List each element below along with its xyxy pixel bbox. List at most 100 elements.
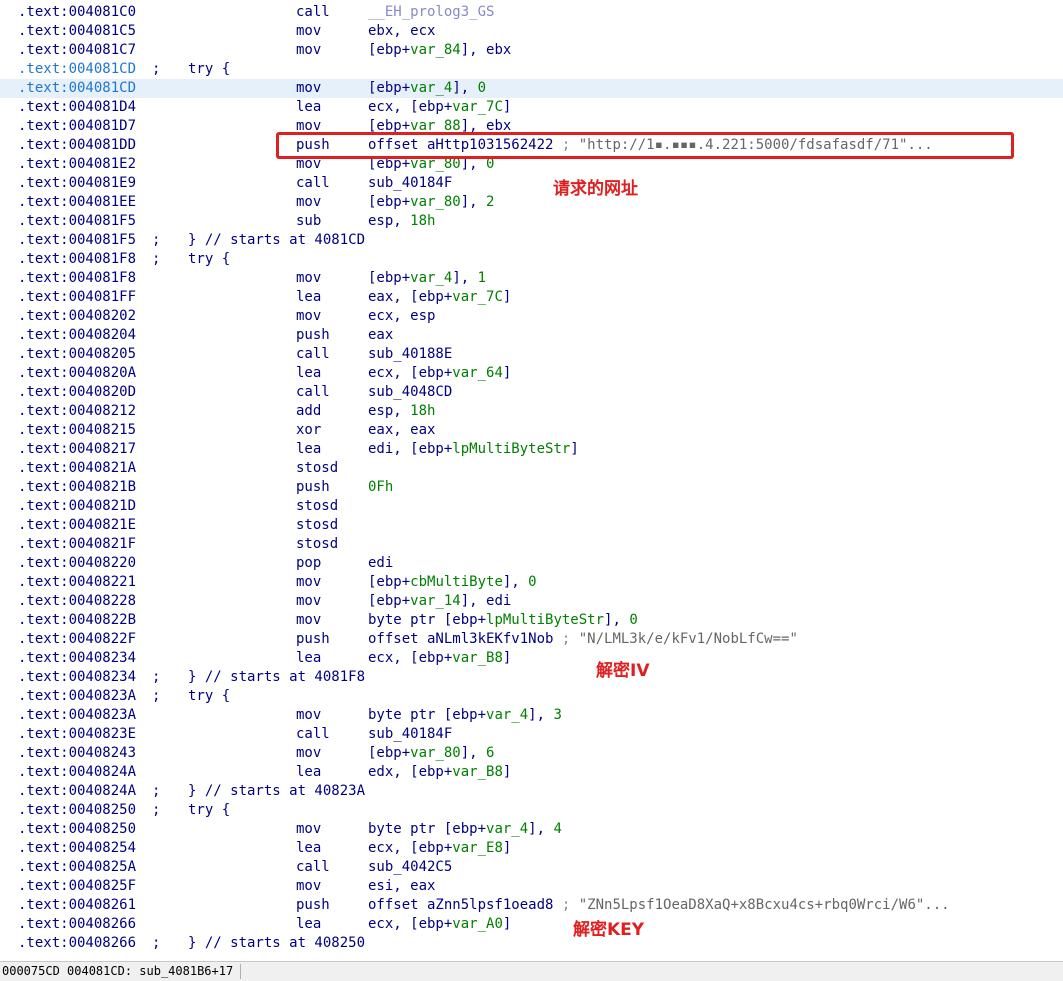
line-address[interactable]: .text:004081F8 bbox=[18, 269, 136, 288]
code-line[interactable]: .text:0040824A;} // starts at 40823A bbox=[0, 782, 1063, 801]
line-address[interactable]: .text:004081C7 bbox=[18, 41, 136, 60]
instruction-mnemonic[interactable]: mov bbox=[296, 877, 321, 896]
code-line[interactable]: .text:0040823A mov byte ptr [ebp+var_4], 3 bbox=[0, 706, 1063, 725]
code-line[interactable]: .text:004081C5 mov ebx, ecx bbox=[0, 22, 1063, 41]
operand-variable[interactable]: var_64 bbox=[452, 365, 503, 381]
operand-variable[interactable]: var_4 bbox=[486, 707, 528, 723]
code-line[interactable]: .text:00408243 mov [ebp+var_80], 6 bbox=[0, 744, 1063, 763]
instruction-operands[interactable]: ecx, [ebp+var_64] bbox=[368, 364, 511, 383]
code-line[interactable]: .text:004081F5 sub esp, 18h bbox=[0, 212, 1063, 231]
code-line[interactable]: .text:0040825F mov esi, eax bbox=[0, 877, 1063, 896]
line-address[interactable]: .text:00408212 bbox=[18, 402, 136, 421]
line-address[interactable]: .text:0040821B bbox=[18, 478, 136, 497]
instruction-operands[interactable]: ecx, [ebp+var_E8] bbox=[368, 839, 511, 858]
instruction-mnemonic[interactable]: call bbox=[296, 383, 330, 402]
code-line[interactable]: .text:00408261 push offset aZnn5lpsf1oead8… bbox=[0, 896, 1063, 915]
line-address[interactable]: .text:004081CD bbox=[18, 60, 136, 79]
instruction-mnemonic[interactable]: mov bbox=[296, 269, 321, 288]
instruction-mnemonic[interactable]: mov bbox=[296, 307, 321, 326]
instruction-operands[interactable]: sub_40188E bbox=[368, 345, 452, 364]
instruction-mnemonic[interactable]: mov bbox=[296, 611, 321, 630]
line-address[interactable]: .text:0040822B bbox=[18, 611, 136, 630]
code-line[interactable]: .text:00408228 mov [ebp+var_14], edi bbox=[0, 592, 1063, 611]
instruction-mnemonic[interactable]: stosd bbox=[296, 516, 338, 535]
instruction-operands[interactable]: eax, eax bbox=[368, 421, 435, 440]
line-address[interactable]: .text:004081CD bbox=[18, 79, 136, 98]
line-address[interactable]: .text:00408243 bbox=[18, 744, 136, 763]
line-address[interactable]: .text:0040824A bbox=[18, 782, 136, 801]
operand-variable[interactable]: var_7C bbox=[452, 289, 503, 305]
code-line[interactable]: .text:004081CD mov [ebp+var_4], 0 bbox=[0, 79, 1063, 98]
instruction-mnemonic[interactable]: mov bbox=[296, 706, 321, 725]
instruction-operands[interactable]: [ebp+var_84], ebx bbox=[368, 41, 511, 60]
instruction-mnemonic[interactable]: lea bbox=[296, 98, 321, 117]
line-address[interactable]: .text:0040822F bbox=[18, 630, 136, 649]
line-address[interactable]: .text:0040825F bbox=[18, 877, 136, 896]
code-line[interactable]: .text:00408204 push eax bbox=[0, 326, 1063, 345]
line-address[interactable]: .text:00408266 bbox=[18, 934, 136, 953]
code-line[interactable]: .text:00408205 call sub_40188E bbox=[0, 345, 1063, 364]
line-address[interactable]: .text:00408250 bbox=[18, 801, 136, 820]
line-address[interactable]: .text:004081D7 bbox=[18, 117, 136, 136]
operand-symbol[interactable]: __EH_prolog3_GS bbox=[368, 4, 494, 20]
instruction-operands[interactable]: ecx, [ebp+var_7C] bbox=[368, 98, 511, 117]
instruction-mnemonic[interactable]: mov bbox=[296, 41, 321, 60]
instruction-mnemonic[interactable]: lea bbox=[296, 364, 321, 383]
code-line[interactable]: .text:0040820D call sub_4048CD bbox=[0, 383, 1063, 402]
code-line[interactable]: .text:00408221 mov [ebp+cbMultiByte], 0 bbox=[0, 573, 1063, 592]
line-address[interactable]: .text:004081C5 bbox=[18, 22, 136, 41]
line-address[interactable]: .text:004081EE bbox=[18, 193, 136, 212]
line-address[interactable]: .text:004081F5 bbox=[18, 212, 136, 231]
line-address[interactable]: .text:004081F5 bbox=[18, 231, 136, 250]
instruction-operands[interactable]: [ebp+var_4], 0 bbox=[368, 79, 486, 98]
code-line[interactable]: .text:00408202 mov ecx, esp bbox=[0, 307, 1063, 326]
instruction-operands[interactable]: byte ptr [ebp+var_4], 4 bbox=[368, 820, 562, 839]
line-address[interactable]: .text:004081FF bbox=[18, 288, 136, 307]
code-line[interactable]: .text:004081F8 mov [ebp+var_4], 1 bbox=[0, 269, 1063, 288]
instruction-mnemonic[interactable]: mov bbox=[296, 79, 321, 98]
code-line[interactable]: .text:0040821E stosd bbox=[0, 516, 1063, 535]
instruction-operands[interactable]: ecx, esp bbox=[368, 307, 435, 326]
code-line[interactable]: .text:004081CD; try { bbox=[0, 60, 1063, 79]
line-address[interactable]: .text:00408220 bbox=[18, 554, 136, 573]
line-address[interactable]: .text:004081C0 bbox=[18, 3, 136, 22]
instruction-operands[interactable]: edx, [ebp+var_B8] bbox=[368, 763, 511, 782]
instruction-mnemonic[interactable]: sub bbox=[296, 212, 321, 231]
line-address[interactable]: .text:0040825A bbox=[18, 858, 136, 877]
code-line[interactable]: .text:0040822F push offset aNLml3kEKfv1Nob… bbox=[0, 630, 1063, 649]
line-address[interactable]: .text:0040821F bbox=[18, 535, 136, 554]
operand-variable[interactable]: var_80 bbox=[410, 194, 461, 210]
instruction-mnemonic[interactable]: stosd bbox=[296, 535, 338, 554]
instruction-mnemonic[interactable]: lea bbox=[296, 839, 321, 858]
instruction-mnemonic[interactable]: mov bbox=[296, 744, 321, 763]
instruction-mnemonic[interactable]: add bbox=[296, 402, 321, 421]
code-line[interactable]: .text:004081C7 mov [ebp+var_84], ebx bbox=[0, 41, 1063, 60]
code-line[interactable]: .text:00408220 pop edi bbox=[0, 554, 1063, 573]
code-line[interactable]: .text:00408212 add esp, 18h bbox=[0, 402, 1063, 421]
code-line[interactable]: .text:004081C0 call __EH_prolog3_GS bbox=[0, 3, 1063, 22]
code-line[interactable]: .text:0040825A call sub_4042C5 bbox=[0, 858, 1063, 877]
instruction-operands[interactable]: esp, 18h bbox=[368, 402, 435, 421]
line-address[interactable]: .text:00408266 bbox=[18, 915, 136, 934]
line-address[interactable]: .text:00408234 bbox=[18, 668, 136, 687]
code-line[interactable]: .text:00408217 lea edi, [ebp+lpMultiByteSt… bbox=[0, 440, 1063, 459]
code-line[interactable]: .text:00408250; try { bbox=[0, 801, 1063, 820]
code-line[interactable]: .text:004081D4 lea ecx, [ebp+var_7C] bbox=[0, 98, 1063, 117]
code-line[interactable]: .text:004081E9 call sub_40184F bbox=[0, 174, 1063, 193]
operand-variable[interactable]: var_E8 bbox=[452, 840, 503, 856]
line-address[interactable]: .text:00408250 bbox=[18, 820, 136, 839]
code-line[interactable]: .text:0040824A lea edx, [ebp+var_B8] bbox=[0, 763, 1063, 782]
code-line[interactable]: .text:00408254 lea ecx, [ebp+var_E8] bbox=[0, 839, 1063, 858]
instruction-mnemonic[interactable]: lea bbox=[296, 915, 321, 934]
code-line[interactable]: .text:00408266;} // starts at 408250 bbox=[0, 934, 1063, 953]
operand-variable[interactable]: var_4 bbox=[410, 80, 452, 96]
code-line[interactable]: .text:00408234;} // starts at 4081F8 bbox=[0, 668, 1063, 687]
instruction-mnemonic[interactable]: lea bbox=[296, 288, 321, 307]
code-line[interactable]: .text:004081F8; try { bbox=[0, 250, 1063, 269]
instruction-operands[interactable]: byte ptr [ebp+lpMultiByteStr], 0 bbox=[368, 611, 638, 630]
line-address[interactable]: .text:00408221 bbox=[18, 573, 136, 592]
code-line[interactable]: .text:00408250 mov byte ptr [ebp+var_4], 4 bbox=[0, 820, 1063, 839]
instruction-operands[interactable]: [ebp+var_4], 1 bbox=[368, 269, 486, 288]
operand-variable[interactable]: var_80 bbox=[410, 745, 461, 761]
operand-variable[interactable]: var_84 bbox=[410, 42, 461, 58]
